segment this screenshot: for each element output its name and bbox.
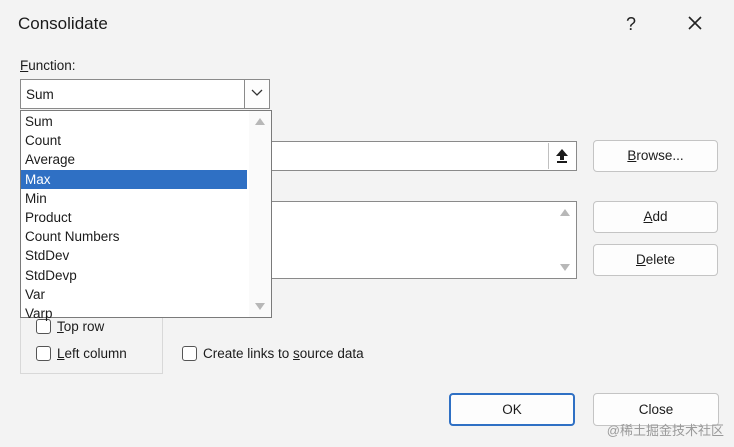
all-references-list[interactable] [255,201,577,279]
function-options: Sum Count Average Max Min Product Count Number… [21,112,247,323]
help-icon: ? [625,14,636,34]
left-column-checkbox[interactable]: Left column [36,346,127,361]
function-option[interactable]: Varp [21,304,247,323]
scroll-down-icon[interactable] [559,263,571,272]
function-dropdown-toggle[interactable] [244,80,269,108]
scroll-up-icon[interactable] [254,117,266,126]
close-window-button[interactable] [680,10,710,38]
chevron-down-icon [251,89,263,96]
dropdown-scrollbar[interactable] [249,111,271,317]
consolidate-dialog: Consolidate ? Function: Sum Sum Count Aver… [0,0,734,447]
function-option[interactable]: Count [21,131,247,150]
scroll-down-icon[interactable] [254,302,266,311]
collapse-upload-icon [556,149,568,163]
references-scrollbar[interactable] [554,202,576,278]
function-option[interactable]: StdDev [21,246,247,265]
delete-button[interactable]: Delete [593,244,718,276]
function-option[interactable]: Product [21,208,247,227]
create-links-checkbox[interactable]: Create links to source data [182,346,364,361]
function-select[interactable]: Sum [20,79,270,109]
function-dropdown-list: Sum Count Average Max Min Product Count Number… [20,110,272,321]
function-option[interactable]: Min [21,189,247,208]
function-select-value: Sum [26,87,54,102]
create-links-label: Create links to source data [203,346,364,361]
checkbox-box[interactable] [36,346,51,361]
collapse-dialog-button[interactable] [548,143,575,169]
reference-input[interactable] [255,141,577,171]
function-label: Function: [20,58,76,73]
function-option[interactable]: StdDevp [21,266,247,285]
function-option[interactable]: Sum [21,112,247,131]
watermark: @稀土掘金技术社区 [606,423,724,438]
browse-button[interactable]: Browse... [593,140,718,172]
left-column-label: Left column [57,346,127,361]
function-option[interactable]: Average [21,150,247,169]
add-button[interactable]: Add [593,201,718,233]
ok-button[interactable]: OK [449,393,575,426]
help-button[interactable]: ? [620,10,642,38]
function-option[interactable]: Var [21,285,247,304]
function-option[interactable]: Max [21,169,247,189]
checkbox-box[interactable] [182,346,197,361]
function-option[interactable]: Count Numbers [21,227,247,246]
close-icon [688,16,702,30]
dialog-title: Consolidate [18,14,108,33]
scroll-up-icon[interactable] [559,208,571,217]
